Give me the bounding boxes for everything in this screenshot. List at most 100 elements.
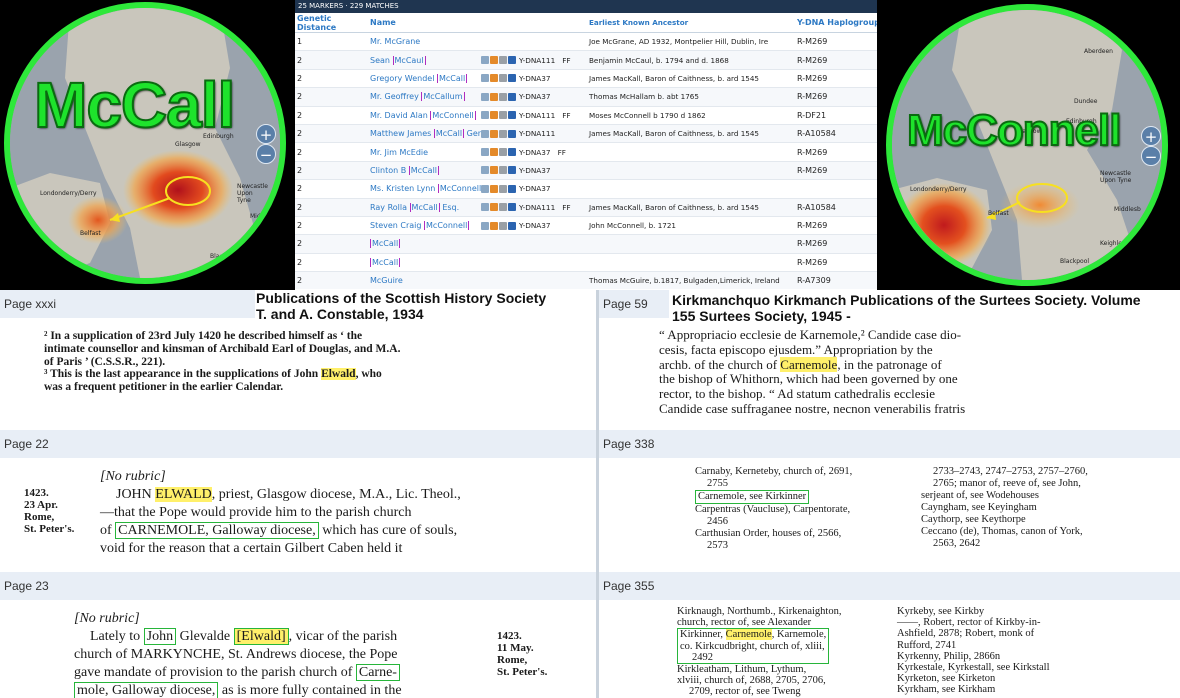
left-heat-map[interactable]: Glasgow Edinburgh Newcastle Upon Tyne Lo… [4,2,286,284]
family-tree-icon[interactable] [490,166,498,175]
genetic-distance-cell: 2 [297,165,303,175]
haplogroup-cell: R-A7309 [797,276,831,286]
text-run: “ Appropriacio ecclesie de Karnemole,² C… [659,327,962,342]
map-label-derry: Londonderry/Derry [40,190,97,197]
notes-icon[interactable] [499,184,507,193]
right-zoom-out-button[interactable]: − [1141,146,1161,166]
mail-icon[interactable] [481,74,489,83]
header-genetic-distance[interactable]: Genetic Distance [295,14,368,32]
index-line: 2733–2743, 2747–2753, 2757–2760, [933,466,1088,477]
mail-icon[interactable] [481,166,489,175]
table-row[interactable]: 2 Matthew James McCall Gent Y-DNA111 James … [295,124,877,144]
left-zoom-in-button[interactable]: + [256,124,276,144]
match-name-link[interactable]: McCall [368,257,481,267]
compare-icon[interactable] [508,166,516,175]
match-name-link[interactable]: Mr. Jim McEdie [368,148,481,157]
table-row[interactable]: 2 Ms. Kristen Lynn McConnell Y-DNA37 [295,180,877,199]
notes-icon[interactable] [499,166,507,175]
haplogroup-cell: R-M269 [797,92,828,102]
header-name[interactable]: Name [368,18,481,27]
right-zoom-in-button[interactable]: + [1141,126,1161,146]
family-tree-icon[interactable] [490,129,498,138]
mail-icon[interactable] [481,148,489,157]
page-label: Page 23 [0,572,596,600]
table-row[interactable]: 2 McGuire Thomas McGuire, b.1817, Bulgaden… [295,272,877,289]
mail-icon[interactable] [481,184,489,193]
match-name-link[interactable]: McCall [368,239,481,249]
family-tree-icon[interactable] [490,92,498,101]
match-name-link[interactable]: McGuire [368,276,481,285]
family-tree-icon[interactable] [490,148,498,157]
genetic-distance-cell: 2 [297,147,303,157]
table-header: Genetic Distance Name Earliest Known Anc… [295,13,877,33]
compare-icon[interactable] [508,56,516,65]
family-tree-icon[interactable] [490,111,498,120]
match-name-link[interactable]: Ms. Kristen Lynn McConnell [368,184,481,194]
match-name-link[interactable]: Mr. Geoffrey McCallum [368,92,481,102]
notes-icon[interactable] [499,56,507,65]
mail-icon[interactable] [481,92,489,101]
text-run: ³ This is the last appearance in the sup… [44,368,322,381]
notes-icon[interactable] [499,74,507,83]
match-name-link[interactable]: Sean McCaul [368,55,481,65]
notes-icon[interactable] [499,221,507,230]
name-text: Mr. Geoffrey [370,92,422,102]
notes-icon[interactable] [499,148,507,157]
mail-icon[interactable] [481,221,489,230]
compare-icon[interactable] [508,184,516,193]
index-line: Kirkleatham, Lithum, Lythum, [677,664,807,676]
match-name-link[interactable]: Mr. David Alan McConnell [368,110,481,120]
index-line: church, rector of, see Alexander [677,617,812,629]
mail-icon[interactable] [481,56,489,65]
family-tree-icon[interactable] [490,203,498,212]
compare-icon[interactable] [508,74,516,83]
compare-icon[interactable] [508,111,516,120]
table-row[interactable]: 2 Clinton B McCall Y-DNA37 R-M269 [295,161,877,181]
match-name-link[interactable]: Ray Rolla McCall Esq. [368,202,481,212]
table-row[interactable]: 2 Gregory Wendel McCall Y-DNA37 James MacKa… [295,70,877,89]
header-haplogroup[interactable]: Y-DNA Haplogroup [795,18,877,27]
match-name-link[interactable]: Gregory Wendel McCall [368,73,481,83]
highlighted-surname: McCall [433,129,465,139]
name-text: Mr. McGrane [370,37,421,47]
mail-icon[interactable] [481,111,489,120]
text-run: of Paris ’ (C.S.S.R., 221). [44,355,166,368]
match-name-link[interactable]: Mr. McGrane [368,37,481,46]
left-zoom-out-button[interactable]: − [256,144,276,164]
match-name-link[interactable]: Matthew James McCall Gent [368,129,481,139]
compare-icon[interactable] [508,129,516,138]
table-row[interactable]: 1 Mr. McGrane Joe McGrane, AD 1932, Montpe… [295,33,877,52]
family-tree-icon[interactable] [490,184,498,193]
family-finder-badge: FF [562,110,571,120]
family-tree-icon[interactable] [490,56,498,65]
table-row[interactable]: 2 Sean McCaul Y-DNA111 FF Benjamin McCaul, b… [295,51,877,70]
table-row[interactable]: 2 McCall R-M269 [295,235,877,254]
match-name-link[interactable]: Clinton B McCall [368,165,481,175]
notes-icon[interactable] [499,129,507,138]
table-row[interactable]: 2 McCall R-M269 [295,254,877,273]
mail-icon[interactable] [481,203,489,212]
compare-icon[interactable] [508,221,516,230]
table-row[interactable]: 2 Ray Rolla McCall Esq. Y-DNA111 FF James Ma… [295,198,877,217]
compare-icon[interactable] [508,203,516,212]
compare-icon[interactable] [508,148,516,157]
table-row[interactable]: 2 Steven Craig McConnell Y-DNA37 John McCon… [295,217,877,236]
family-tree-icon[interactable] [490,74,498,83]
header-earliest-ancestor[interactable]: Earliest Known Ancestor [587,18,795,27]
notes-icon[interactable] [499,111,507,120]
notes-icon[interactable] [499,92,507,101]
compare-icon[interactable] [508,92,516,101]
ydna-match-table: 25 MARKERS · 229 MATCHES Genetic Distanc… [295,0,877,289]
index-line: Kyrkenny, Philip, 2866n [897,650,1001,662]
mail-icon[interactable] [481,129,489,138]
index-column-right: 2733–2743, 2747–2753, 2757–2760, 2765; ma… [921,466,1088,550]
table-row[interactable]: 2 Mr. Jim McEdie Y-DNA37 FF R-M269 [295,143,877,162]
genetic-distance-cell: 2 [297,129,303,139]
table-row[interactable]: 2 Mr. David Alan McConnell Y-DNA111 FF Moses… [295,107,877,125]
highlighted-surname: McCall [370,239,401,249]
match-name-link[interactable]: Steven Craig McConnell [368,221,481,231]
family-tree-icon[interactable] [490,221,498,230]
table-row[interactable]: 2 Mr. Geoffrey McCallum Y-DNA37 Thomas McHa… [295,88,877,107]
notes-icon[interactable] [499,203,507,212]
haplogroup-cell: R-A10584 [797,202,836,212]
